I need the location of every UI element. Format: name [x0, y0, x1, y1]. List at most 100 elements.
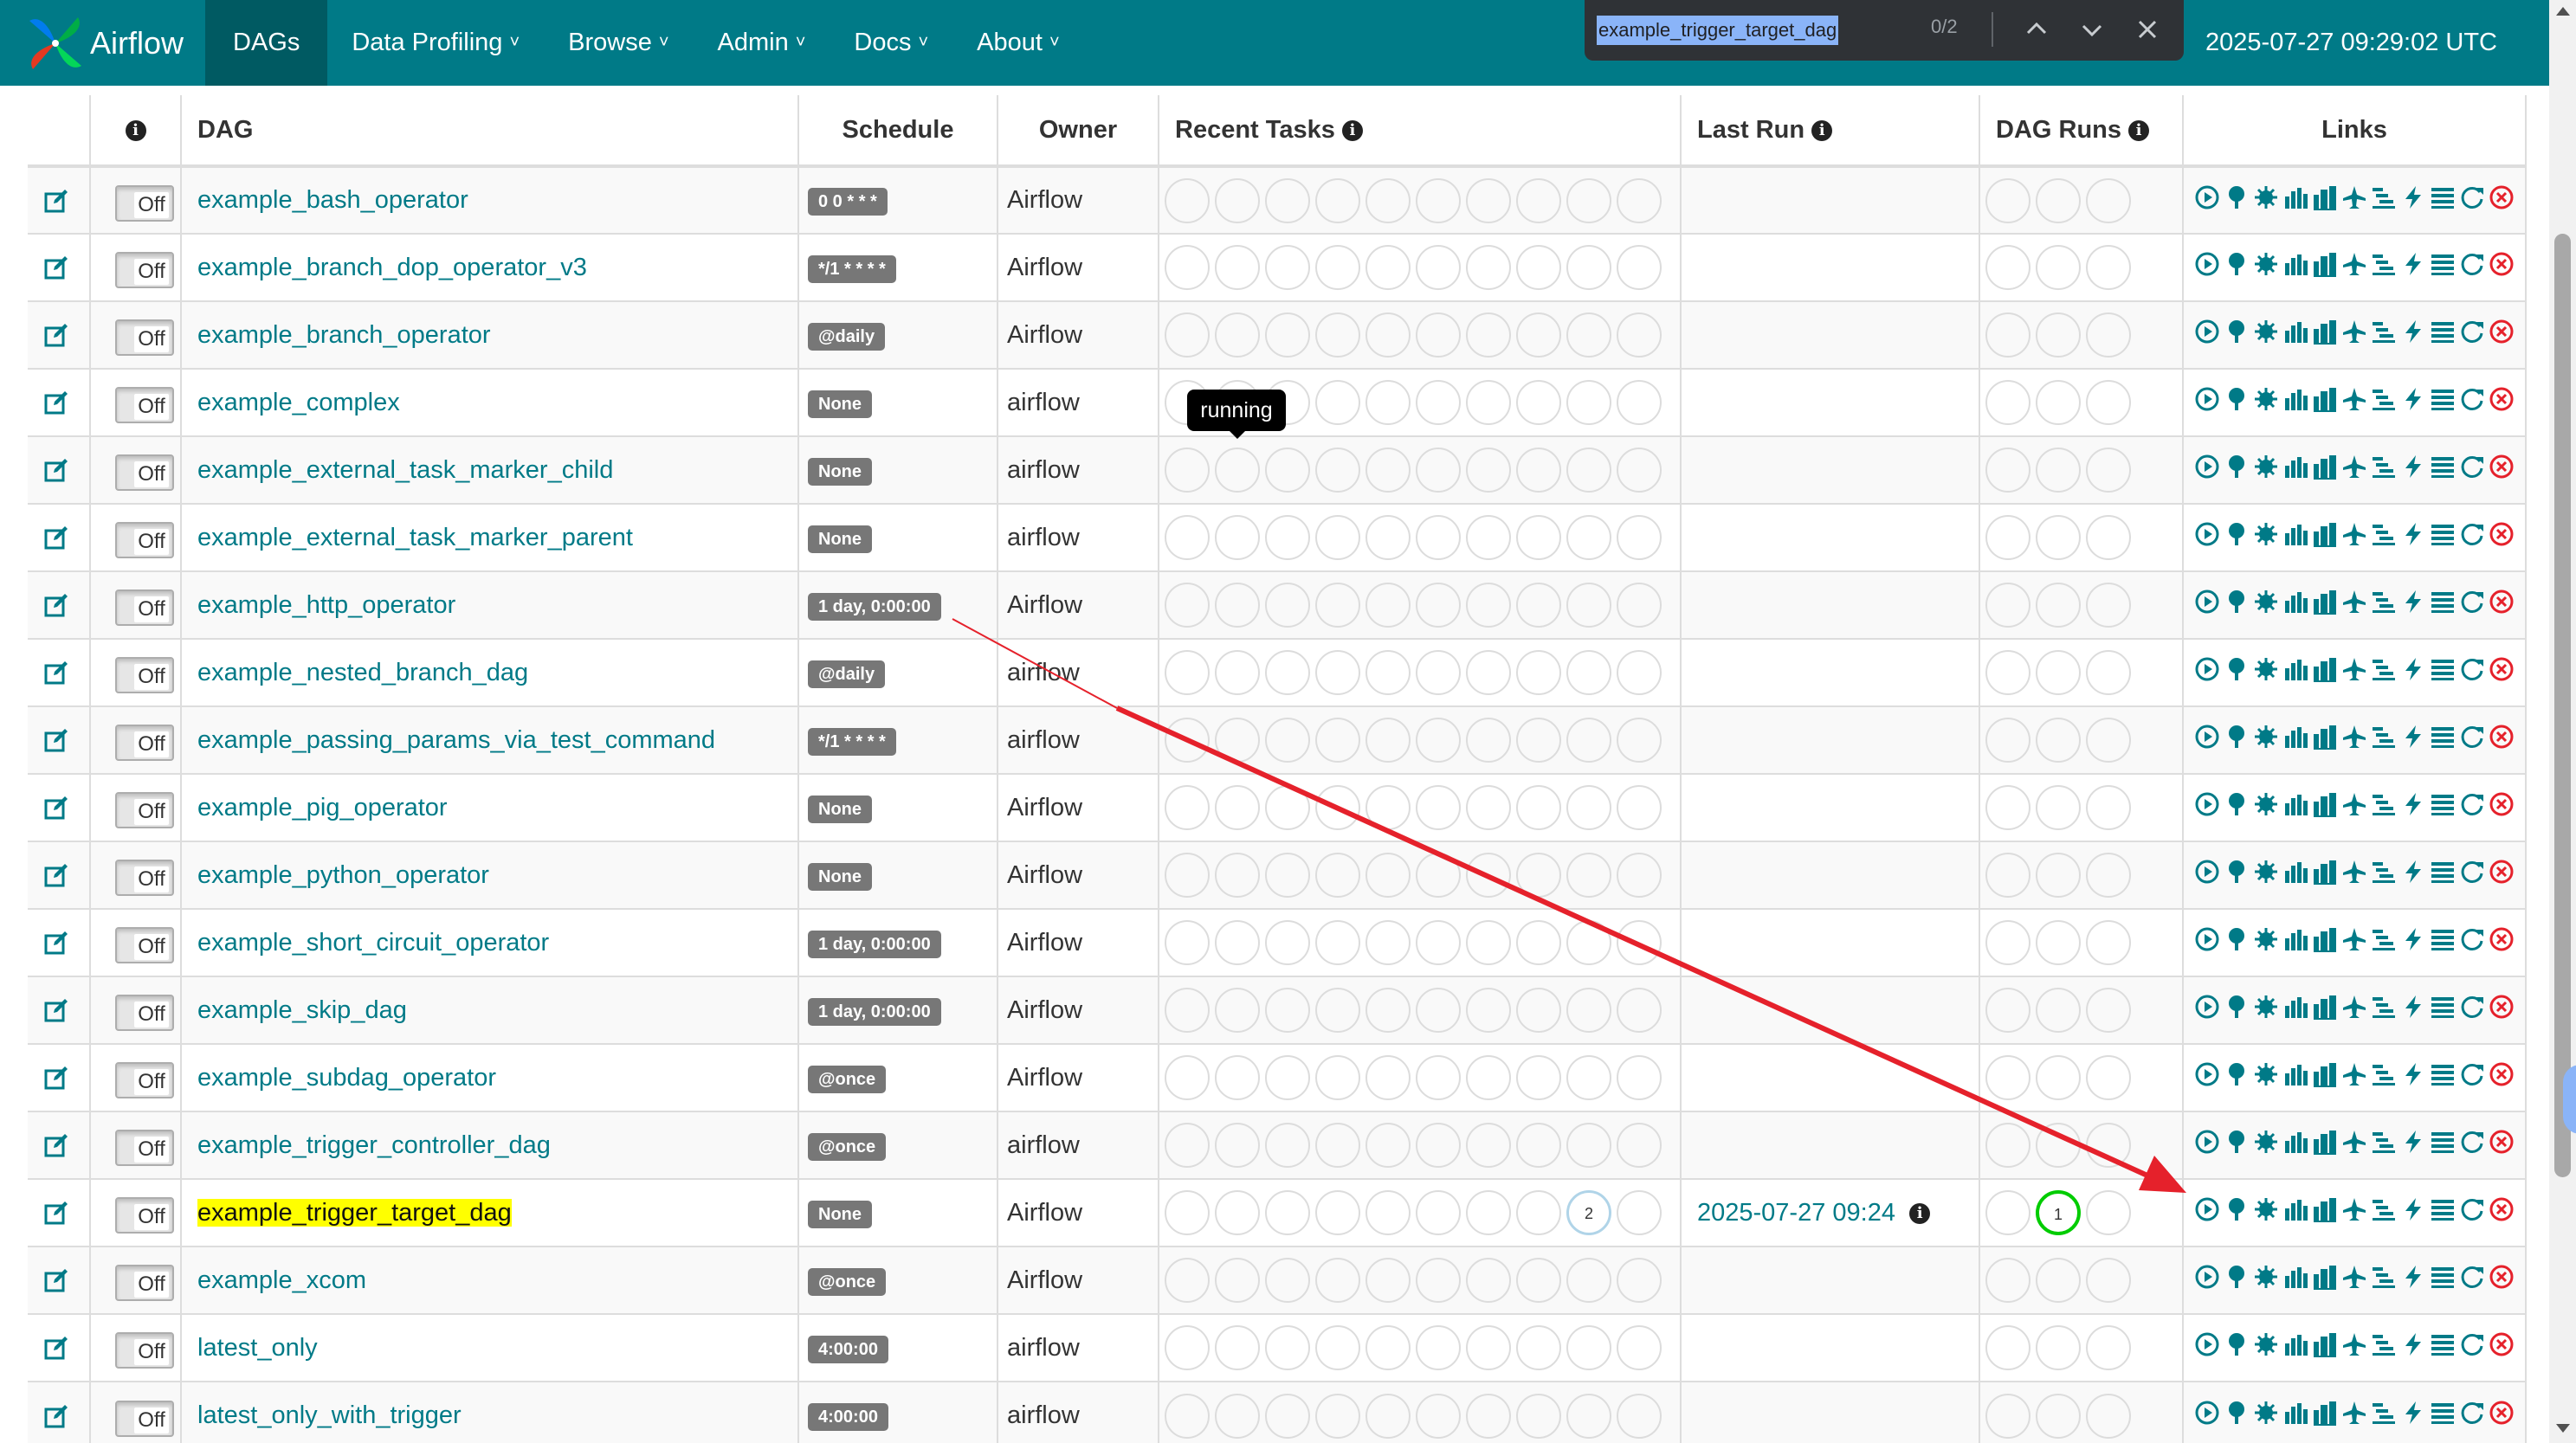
gantt-icon[interactable]	[2369, 1398, 2398, 1427]
task-state-circle[interactable]	[1466, 1258, 1511, 1303]
play-circle-icon[interactable]	[2192, 857, 2222, 886]
refresh-icon[interactable]	[2457, 1195, 2487, 1224]
task-state-circle[interactable]	[1365, 1258, 1411, 1303]
task-state-circle[interactable]	[1617, 1123, 1662, 1168]
task-state-circle[interactable]	[1315, 1325, 1360, 1370]
dag-run-state-circle[interactable]	[2086, 853, 2131, 898]
code-icon[interactable]	[2398, 519, 2428, 549]
tries-chart-icon[interactable]	[2310, 183, 2340, 212]
task-state-circle[interactable]	[1365, 583, 1411, 628]
task-state-circle[interactable]	[1416, 245, 1461, 290]
refresh-icon[interactable]	[2457, 654, 2487, 684]
task-state-circle[interactable]	[1265, 988, 1310, 1033]
gantt-icon[interactable]	[2369, 722, 2398, 751]
logs-icon[interactable]	[2428, 722, 2457, 751]
task-state-circle[interactable]	[1365, 650, 1411, 695]
task-state-circle[interactable]	[1516, 785, 1561, 830]
play-circle-icon[interactable]	[2192, 1060, 2222, 1089]
dag-pause-toggle[interactable]: Off	[115, 1400, 174, 1437]
dag-link[interactable]: example_trigger_controller_dag	[197, 1131, 551, 1159]
task-state-circle[interactable]: 2	[1566, 1190, 1611, 1235]
delete-icon[interactable]	[2487, 1195, 2516, 1224]
edit-icon[interactable]	[43, 1267, 88, 1293]
dag-link[interactable]: example_trigger_target_dag	[197, 1198, 512, 1227]
task-state-circle[interactable]	[1215, 853, 1260, 898]
gantt-icon[interactable]	[2369, 1127, 2398, 1156]
info-icon[interactable]: i	[1341, 119, 1363, 141]
dag-run-state-circle[interactable]	[1985, 448, 2030, 493]
gantt-icon[interactable]	[2369, 992, 2398, 1021]
tree-view-icon[interactable]	[2222, 1127, 2251, 1156]
dag-run-state-circle[interactable]	[2036, 1055, 2081, 1100]
tries-chart-icon[interactable]	[2310, 722, 2340, 751]
delete-icon[interactable]	[2487, 1127, 2516, 1156]
gantt-icon[interactable]	[2369, 924, 2398, 954]
duration-chart-icon[interactable]	[2281, 519, 2310, 549]
task-state-circle[interactable]	[1516, 1393, 1561, 1439]
find-previous-button[interactable]	[2021, 14, 2052, 45]
tree-view-icon[interactable]	[2222, 519, 2251, 549]
dag-run-state-circle[interactable]	[1985, 650, 2030, 695]
header-owner[interactable]: Owner	[997, 95, 1159, 168]
play-circle-icon[interactable]	[2192, 1195, 2222, 1224]
task-state-circle[interactable]	[1566, 515, 1611, 560]
task-state-circle[interactable]	[1315, 650, 1360, 695]
side-panel-handle[interactable]	[2563, 1065, 2576, 1134]
task-state-circle[interactable]	[1315, 312, 1360, 358]
task-state-circle[interactable]	[1215, 1190, 1260, 1235]
dag-run-state-circle[interactable]	[1985, 853, 2030, 898]
task-state-circle[interactable]	[1215, 583, 1260, 628]
refresh-icon[interactable]	[2457, 519, 2487, 549]
dag-pause-toggle[interactable]: Off	[115, 522, 174, 558]
task-state-circle[interactable]	[1617, 718, 1662, 763]
dag-pause-toggle[interactable]: Off	[115, 860, 174, 896]
edit-icon[interactable]	[43, 1335, 88, 1361]
task-state-circle[interactable]	[1365, 312, 1411, 358]
task-state-circle[interactable]	[1265, 1055, 1310, 1100]
dag-run-state-circle[interactable]	[2086, 515, 2131, 560]
task-state-circle[interactable]	[1416, 380, 1461, 425]
task-state-circle[interactable]	[1265, 785, 1310, 830]
nav-about[interactable]: About ˅	[952, 0, 1083, 86]
task-state-circle[interactable]	[1165, 853, 1210, 898]
code-icon[interactable]	[2398, 317, 2428, 346]
task-state-circle[interactable]	[1617, 583, 1662, 628]
gantt-icon[interactable]	[2369, 1060, 2398, 1089]
code-icon[interactable]	[2398, 587, 2428, 616]
task-state-circle[interactable]	[1165, 515, 1210, 560]
task-state-circle[interactable]	[1416, 785, 1461, 830]
code-icon[interactable]	[2398, 1127, 2428, 1156]
gantt-icon[interactable]	[2369, 249, 2398, 279]
dag-run-state-circle[interactable]	[1985, 1055, 2030, 1100]
edit-icon[interactable]	[43, 188, 88, 214]
play-circle-icon[interactable]	[2192, 924, 2222, 954]
refresh-icon[interactable]	[2457, 183, 2487, 212]
edit-icon[interactable]	[43, 660, 88, 686]
task-state-circle[interactable]	[1265, 245, 1310, 290]
task-state-circle[interactable]	[1165, 1123, 1210, 1168]
task-state-circle[interactable]	[1466, 1055, 1511, 1100]
dag-run-state-circle[interactable]	[2086, 1258, 2131, 1303]
task-state-circle[interactable]	[1516, 853, 1561, 898]
task-state-circle[interactable]	[1215, 1258, 1260, 1303]
task-state-circle[interactable]	[1617, 1393, 1662, 1439]
task-state-circle[interactable]	[1215, 1325, 1260, 1370]
task-state-circle[interactable]	[1215, 177, 1260, 223]
dag-pause-toggle[interactable]: Off	[115, 252, 174, 288]
gantt-icon[interactable]	[2369, 452, 2398, 481]
graph-view-icon[interactable]	[2251, 1262, 2281, 1292]
dag-run-state-circle[interactable]	[2086, 718, 2131, 763]
graph-view-icon[interactable]	[2251, 384, 2281, 414]
dag-pause-toggle[interactable]: Off	[115, 657, 174, 693]
gantt-icon[interactable]	[2369, 384, 2398, 414]
nav-data-profiling[interactable]: Data Profiling ˅	[327, 0, 544, 86]
task-state-circle[interactable]	[1165, 988, 1210, 1033]
task-state-circle[interactable]	[1416, 1123, 1461, 1168]
refresh-icon[interactable]	[2457, 1398, 2487, 1427]
duration-chart-icon[interactable]	[2281, 587, 2310, 616]
landing-times-icon[interactable]	[2340, 857, 2369, 886]
task-state-circle[interactable]	[1365, 1055, 1411, 1100]
task-state-circle[interactable]	[1516, 920, 1561, 965]
task-state-circle[interactable]	[1215, 515, 1260, 560]
delete-icon[interactable]	[2487, 992, 2516, 1021]
